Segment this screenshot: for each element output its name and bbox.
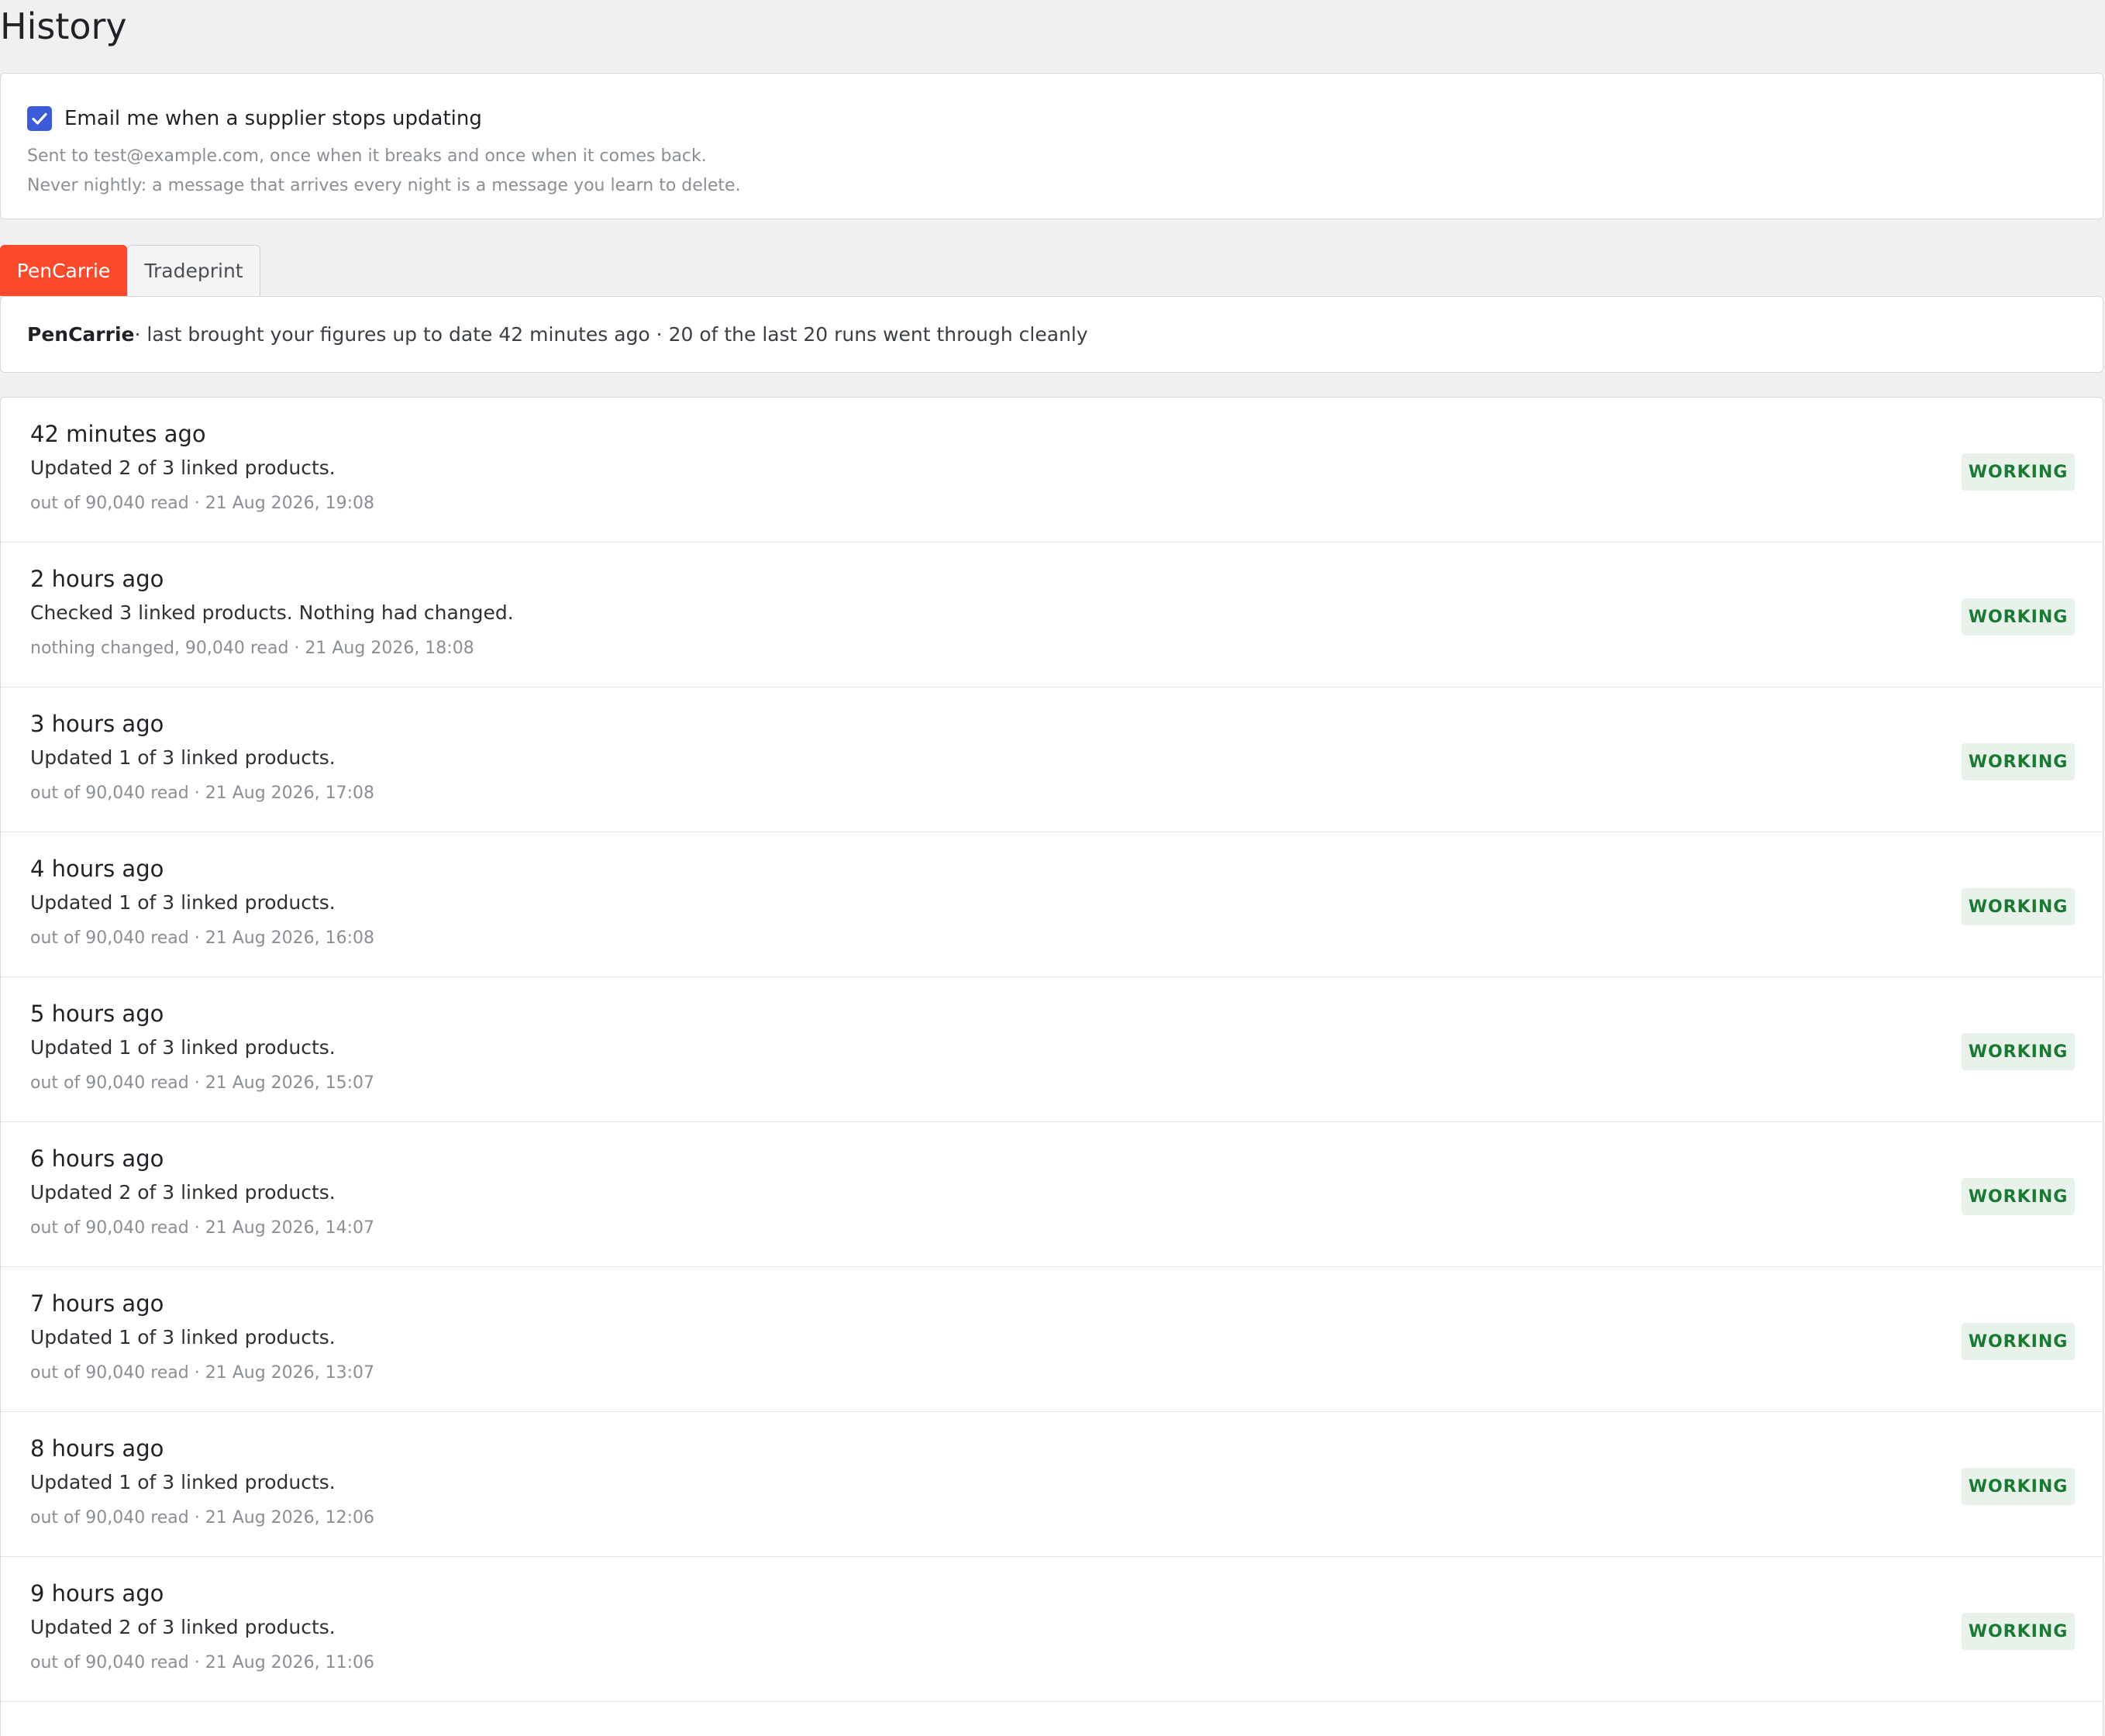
- run-detail: out of 90,040 read · 21 Aug 2026, 16:08: [30, 928, 375, 948]
- run-summary: Updated 1 of 3 linked products.: [30, 1326, 336, 1348]
- run-time: 6 hours ago: [30, 1145, 164, 1172]
- list-item: 6 hours ago Updated 2 of 3 linked produc…: [1, 1122, 2103, 1267]
- run-detail: nothing changed, 90,040 read · 21 Aug 20…: [30, 639, 474, 658]
- list-item: 9 hours ago Updated 2 of 3 linked produc…: [1, 1557, 2103, 1702]
- run-detail: out of 90,040 read · 21 Aug 2026, 12:06: [30, 1508, 375, 1528]
- run-summary: Updated 1 of 3 linked products.: [30, 746, 336, 769]
- run-summary: Updated 2 of 3 linked products.: [30, 456, 336, 479]
- run-summary: Updated 2 of 3 linked products.: [30, 1181, 336, 1204]
- tab-tradeprint[interactable]: Tradeprint: [127, 245, 260, 296]
- run-time: 5 hours ago: [30, 1001, 164, 1027]
- page-title: History: [0, 5, 127, 47]
- email-alert-help-text: Sent to test@example.com, once when it b…: [27, 146, 741, 195]
- run-time: 9 hours ago: [30, 1580, 164, 1607]
- list-item: 7 hours ago Updated 1 of 3 linked produc…: [1, 1267, 2103, 1412]
- run-detail: out of 90,040 read · 21 Aug 2026, 17:08: [30, 784, 375, 803]
- status-badge: WORKING: [1962, 598, 2075, 636]
- checkmark-icon: [32, 112, 47, 125]
- run-detail: out of 90,040 read · 21 Aug 2026, 19:08: [30, 494, 375, 513]
- list-item: 2 hours ago Checked 3 linked products. N…: [1, 542, 2103, 687]
- email-alert-toggle[interactable]: Email me when a supplier stops updating: [27, 103, 482, 134]
- list-item: 3 hours ago Updated 1 of 3 linked produc…: [1, 687, 2103, 832]
- email-alert-label[interactable]: Email me when a supplier stops updating: [64, 107, 482, 130]
- run-time: 4 hours ago: [30, 856, 164, 882]
- list-item: 42 minutes ago Updated 2 of 3 linked pro…: [1, 398, 2103, 542]
- list-item: 4 hours ago Updated 1 of 3 linked produc…: [1, 832, 2103, 977]
- run-detail: out of 90,040 read · 21 Aug 2026, 15:07: [30, 1073, 375, 1093]
- run-detail: out of 90,040 read · 21 Aug 2026, 11:06: [30, 1653, 375, 1672]
- status-badge: WORKING: [1962, 1468, 2075, 1505]
- status-badge: WORKING: [1962, 743, 2075, 780]
- run-history-list: 42 minutes ago Updated 2 of 3 linked pro…: [0, 397, 2103, 1736]
- summary-text: · last brought your figures up to date 4…: [134, 323, 1088, 346]
- run-summary: Updated 1 of 3 linked products.: [30, 1471, 336, 1493]
- status-badge: WORKING: [1962, 888, 2075, 925]
- supplier-summary: PenCarrie · last brought your figures up…: [0, 296, 2103, 373]
- email-alert-checkbox[interactable]: [27, 106, 52, 131]
- run-time: 8 hours ago: [30, 1435, 164, 1462]
- run-summary: Updated 2 of 3 linked products.: [30, 1616, 336, 1638]
- status-badge: WORKING: [1962, 453, 2075, 491]
- run-time: 3 hours ago: [30, 711, 164, 737]
- run-summary: Updated 1 of 3 linked products.: [30, 891, 336, 914]
- run-detail: out of 90,040 read · 21 Aug 2026, 13:07: [30, 1363, 375, 1383]
- status-badge: WORKING: [1962, 1178, 2075, 1215]
- run-summary: Updated 1 of 3 linked products.: [30, 1036, 336, 1059]
- run-time: 42 minutes ago: [30, 421, 206, 447]
- tab-pencarrie[interactable]: PenCarrie: [0, 245, 127, 296]
- run-detail: out of 90,040 read · 21 Aug 2026, 14:07: [30, 1218, 375, 1238]
- status-badge: WORKING: [1962, 1613, 2075, 1650]
- run-time: 2 hours ago: [30, 566, 164, 592]
- status-badge: WORKING: [1962, 1323, 2075, 1360]
- list-item: 5 hours ago Updated 1 of 3 linked produc…: [1, 977, 2103, 1122]
- supplier-tabs: PenCarrie Tradeprint: [0, 245, 260, 296]
- run-summary: Checked 3 linked products. Nothing had c…: [30, 601, 514, 624]
- run-time: 7 hours ago: [30, 1290, 164, 1317]
- summary-supplier-name: PenCarrie: [27, 323, 135, 346]
- history-page: History Email me when a supplier stops u…: [0, 0, 2105, 1736]
- list-item: 8 hours ago Updated 1 of 3 linked produc…: [1, 1412, 2103, 1557]
- notification-settings-card: Email me when a supplier stops updating …: [0, 73, 2103, 219]
- status-badge: WORKING: [1962, 1033, 2075, 1070]
